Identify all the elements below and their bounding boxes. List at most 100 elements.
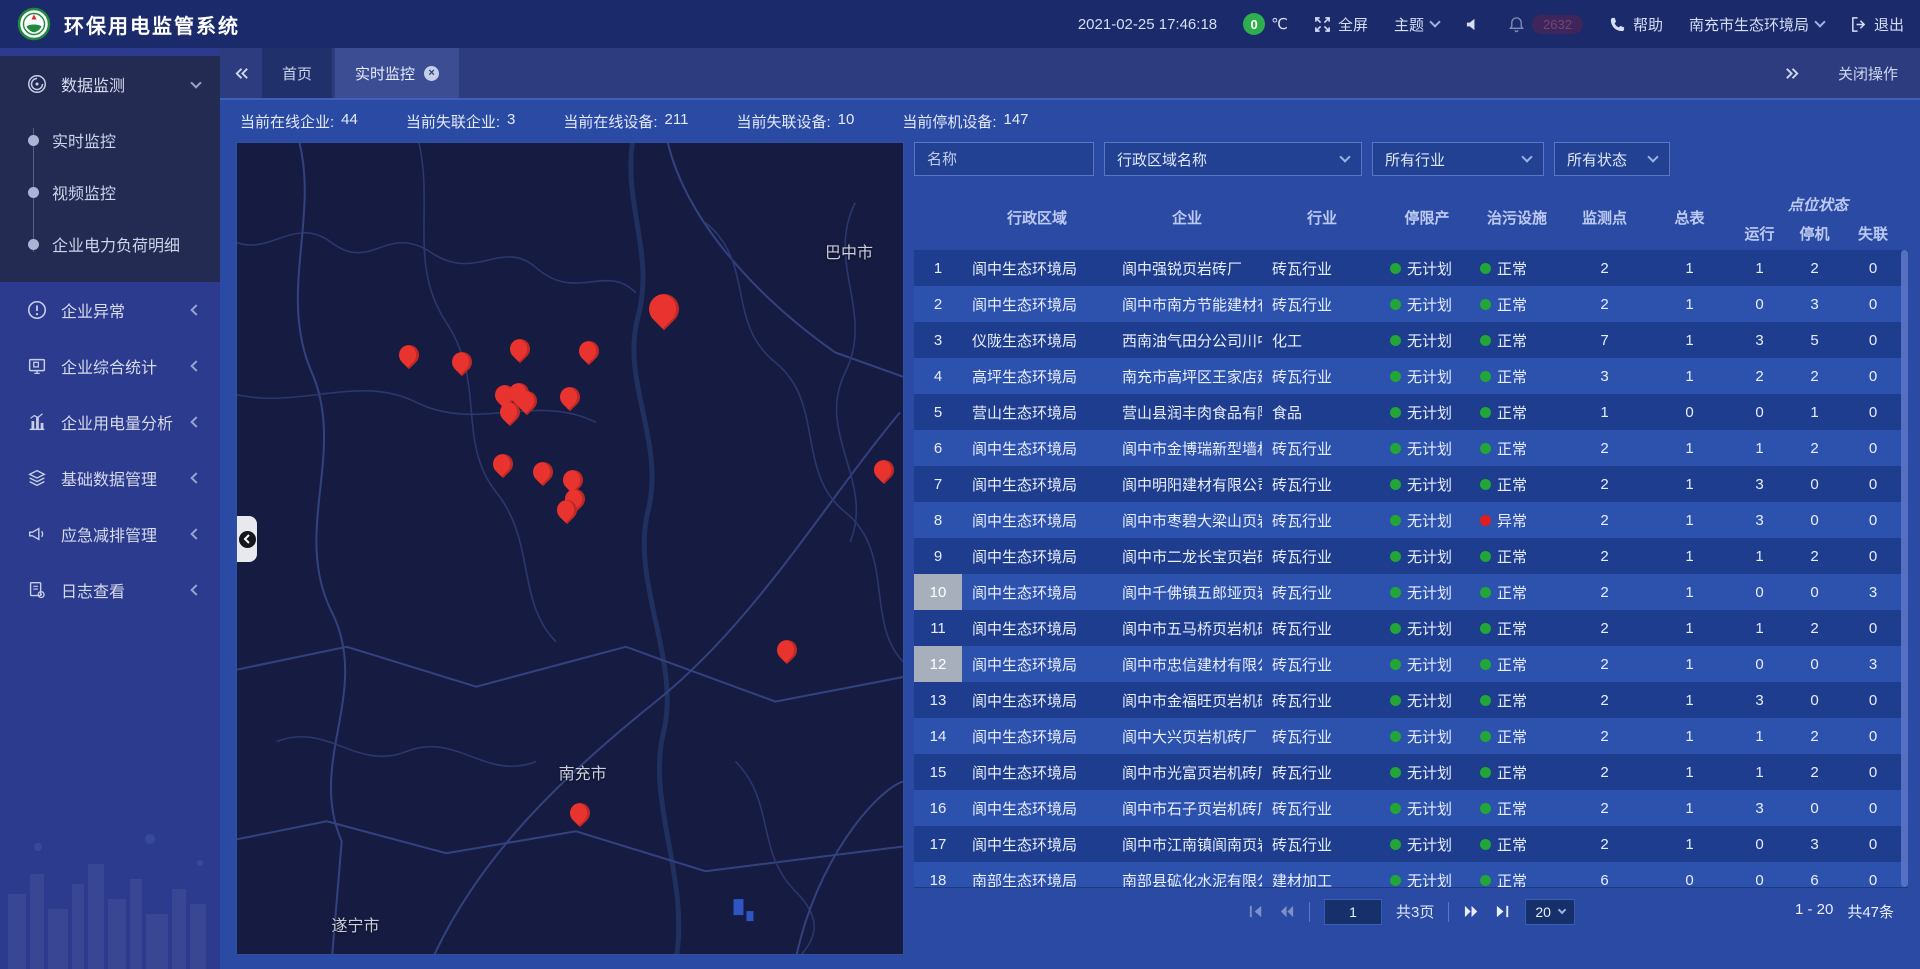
table-row[interactable]: 10阆中生态环境局阆中千佛镇五郎垭页岩砖瓦行业无计划正常21003: [914, 574, 1908, 610]
cell-stop: 1: [1787, 404, 1842, 421]
map-pin[interactable]: [870, 456, 898, 484]
tab-首页[interactable]: 首页: [262, 48, 332, 98]
table-row[interactable]: 11阆中生态环境局阆中市五马桥页岩机砖砖瓦行业无计划正常21120: [914, 610, 1908, 646]
cell-stop: 2: [1787, 620, 1842, 637]
status-dot-green: [1390, 335, 1401, 346]
status-filter-select[interactable]: 所有状态: [1554, 142, 1670, 176]
table-row[interactable]: 1阆中生态环境局阆中强锐页岩砖厂砖瓦行业无计划正常21120: [914, 250, 1908, 286]
map-pin[interactable]: [643, 288, 685, 330]
page-size-select[interactable]: 20: [1525, 899, 1575, 925]
cell-stop: 0: [1787, 656, 1842, 673]
map-pin[interactable]: [448, 348, 476, 376]
name-filter-input[interactable]: [914, 142, 1094, 176]
map-pin[interactable]: [529, 458, 557, 486]
map-pin[interactable]: [506, 335, 534, 363]
status-dot-green: [1480, 407, 1491, 418]
tab-实时监控[interactable]: 实时监控×: [335, 48, 459, 98]
sidebar-item-企业异常[interactable]: 企业异常: [0, 282, 220, 338]
cell-company: 西南油气田分公司川中: [1112, 330, 1262, 351]
table-row[interactable]: 5营山生态环境局营山县润丰肉食品有限食品无计划正常10010: [914, 394, 1908, 430]
table-row[interactable]: 18南部生态环境局南部县砿化水泥有限公建材加工无计划正常60060: [914, 862, 1908, 887]
help-button[interactable]: 帮助: [1609, 14, 1663, 35]
table-row[interactable]: 15阆中生态环境局阆中市光富页岩机砖厂砖瓦行业无计划正常21120: [914, 754, 1908, 790]
table-row[interactable]: 12阆中生态环境局阆中市忠信建材有限公砖瓦行业无计划正常21003: [914, 646, 1908, 682]
cell-facility: 正常: [1472, 618, 1562, 639]
table-row[interactable]: 8阆中生态环境局阆中市枣碧大梁山页岩砖瓦行业无计划异常21300: [914, 502, 1908, 538]
cell-facility: 正常: [1472, 834, 1562, 855]
sidebar-subitem-企业电力负荷明细[interactable]: 企业电力负荷明细: [0, 218, 220, 270]
close-actions-button[interactable]: 关闭操作: [1838, 63, 1898, 84]
cell-total: 1: [1647, 620, 1732, 637]
cell-total: 0: [1647, 404, 1732, 421]
prev-page-button[interactable]: [1278, 903, 1295, 920]
scroll-tabs-right-button[interactable]: [1772, 65, 1814, 82]
table-row[interactable]: 2阆中生态环境局阆中市南方节能建材有砖瓦行业无计划正常21030: [914, 286, 1908, 322]
sidebar-item-企业综合统计[interactable]: 企业综合统计: [0, 338, 220, 394]
map-panel[interactable]: 巴中市南充市遂宁市: [236, 142, 904, 955]
table-row[interactable]: 3仪陇生态环境局西南油气田分公司川中化工无计划正常71350: [914, 322, 1908, 358]
theme-menu[interactable]: 主题: [1394, 14, 1439, 35]
sidebar-subitem-实时监控[interactable]: 实时监控: [0, 114, 220, 166]
scrollbar[interactable]: [1901, 250, 1908, 887]
map-pin[interactable]: [556, 382, 584, 410]
sidebar-subitem-视频监控[interactable]: 视频监控: [0, 166, 220, 218]
cell-region: 阆中生态环境局: [962, 582, 1112, 603]
row-index: 14: [914, 718, 962, 754]
table-row[interactable]: 4高坪生态环境局南充市高坪区王家店建砖瓦行业无计划正常31220: [914, 358, 1908, 394]
collapse-map-handle[interactable]: [237, 516, 257, 562]
sidebar-item-日志查看[interactable]: 日志查看: [0, 562, 220, 618]
map-pin[interactable]: [489, 450, 517, 478]
table-row[interactable]: 16阆中生态环境局阆中市石子页岩机砖厂砖瓦行业无计划正常21300: [914, 790, 1908, 826]
map-pin[interactable]: [395, 341, 423, 369]
industry-filter-select[interactable]: 所有行业: [1372, 142, 1544, 176]
limit-text: 无计划: [1407, 366, 1452, 387]
cell-industry: 化工: [1262, 330, 1382, 351]
bullet-icon: [28, 187, 39, 198]
cell-region: 阆中生态环境局: [962, 726, 1112, 747]
fullscreen-button[interactable]: 全屏: [1314, 14, 1368, 35]
sidebar-item-数据监测[interactable]: 数据监测: [0, 56, 220, 112]
cell-run: 0: [1732, 404, 1787, 421]
region-filter-select[interactable]: 行政区域名称: [1104, 142, 1362, 176]
cell-region: 阆中生态环境局: [962, 834, 1112, 855]
sidebar-item-企业用电量分析[interactable]: 企业用电量分析: [0, 394, 220, 450]
cell-limit: 无计划: [1382, 294, 1472, 315]
page-number-input[interactable]: [1324, 899, 1382, 925]
table-row[interactable]: 7阆中生态环境局阆中明阳建材有限公司砖瓦行业无计划正常21300: [914, 466, 1908, 502]
cell-industry: 砖瓦行业: [1262, 762, 1382, 783]
cell-lost: 0: [1842, 368, 1904, 385]
table-row[interactable]: 6阆中生态环境局阆中市金博瑞新型墙材砖瓦行业无计划正常21120: [914, 430, 1908, 466]
notifications-button[interactable]: 2632: [1508, 15, 1583, 34]
sidebar-group: 数据监测实时监控视频监控企业电力负荷明细: [0, 56, 220, 282]
table-row[interactable]: 13阆中生态环境局阆中市金福旺页岩机砖砖瓦行业无计划正常21300: [914, 682, 1908, 718]
table-row[interactable]: 14阆中生态环境局阆中大兴页岩机砖厂砖瓦行业无计划正常21120: [914, 718, 1908, 754]
cell-run: 3: [1732, 800, 1787, 817]
col-group-point-status: 点位状态: [1732, 184, 1904, 217]
stat-value: 3: [507, 111, 515, 132]
sidebar-item-应急减排管理[interactable]: 应急减排管理: [0, 506, 220, 562]
chevron-down-icon: [190, 77, 201, 88]
map-pin[interactable]: [773, 636, 801, 664]
map-pin[interactable]: [574, 337, 602, 365]
mute-button[interactable]: [1465, 16, 1482, 33]
logout-button[interactable]: 退出: [1850, 14, 1904, 35]
cell-stop: 0: [1787, 476, 1842, 493]
cell-industry: 砖瓦行业: [1262, 474, 1382, 495]
tab-close-icon[interactable]: ×: [424, 66, 439, 81]
tab-bar-right: 关闭操作: [1772, 48, 1920, 98]
status-dot-green: [1390, 551, 1401, 562]
map-pin[interactable]: [566, 799, 594, 827]
temperature-unit: ℃: [1271, 15, 1288, 33]
cell-stop: 0: [1787, 512, 1842, 529]
user-org-menu[interactable]: 南充市生态环境局: [1689, 14, 1824, 35]
first-page-icon: [1247, 903, 1264, 920]
first-page-button[interactable]: [1247, 903, 1264, 920]
next-page-button[interactable]: [1463, 903, 1480, 920]
last-page-button[interactable]: [1494, 903, 1511, 920]
cell-run: 3: [1732, 332, 1787, 349]
sidebar-item-基础数据管理[interactable]: 基础数据管理: [0, 450, 220, 506]
scroll-tabs-left-button[interactable]: [220, 48, 262, 98]
table-row[interactable]: 17阆中生态环境局阆中市江南镇阆南页岩砖瓦行业无计划正常21030: [914, 826, 1908, 862]
table-row[interactable]: 9阆中生态环境局阆中市二龙长宝页岩砖砖瓦行业无计划正常21120: [914, 538, 1908, 574]
brand: 环保用电监管系统: [16, 6, 240, 42]
